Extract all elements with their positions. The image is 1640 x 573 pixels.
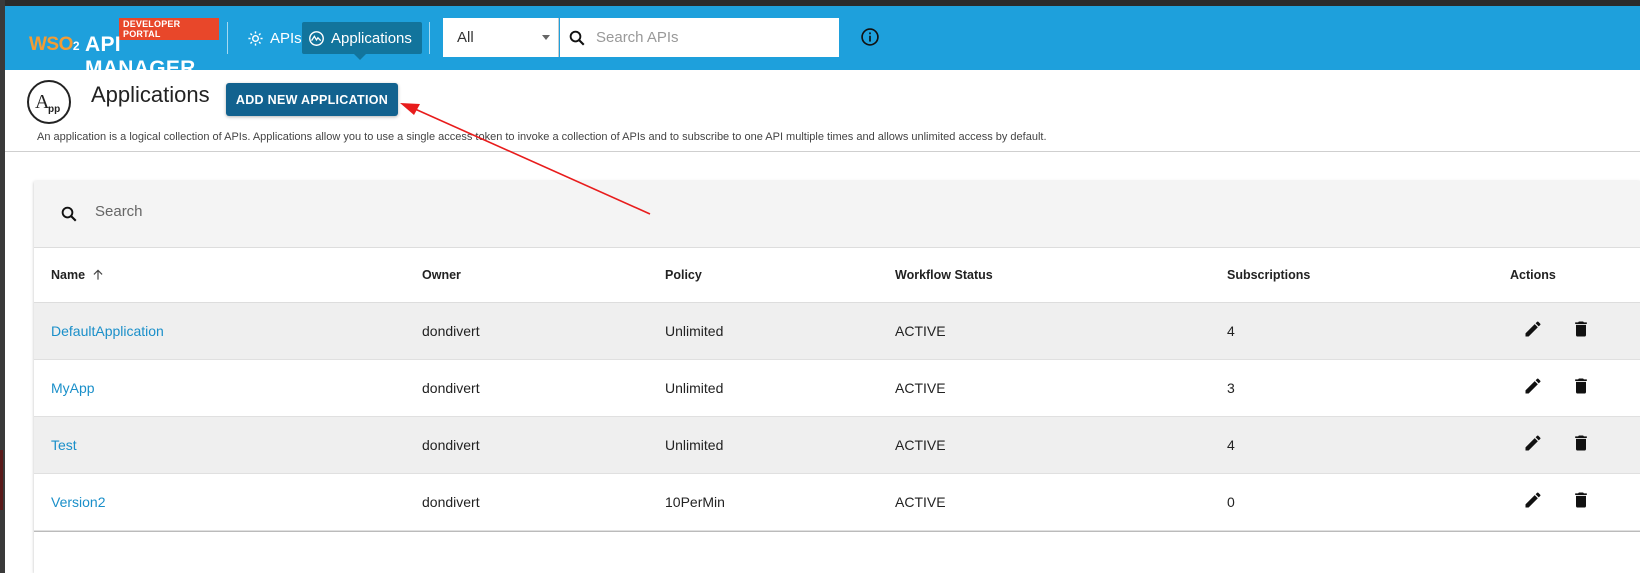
app-logo-glyph: A pp xyxy=(35,91,60,115)
applications-logo-icon: A pp xyxy=(27,80,71,124)
api-search-input[interactable] xyxy=(596,29,816,46)
application-name-link[interactable]: Test xyxy=(51,437,77,453)
application-status: ACTIVE xyxy=(895,380,946,396)
table-header-row: Name Owner Policy Workflow Status Subscr… xyxy=(34,248,1640,303)
brand-logo[interactable]: DEVELOPER PORTAL WSO2 API MANAGER xyxy=(29,16,219,80)
application-policy: Unlimited xyxy=(665,437,724,453)
header-divider xyxy=(5,151,1640,152)
nav-apis[interactable]: APIs xyxy=(241,22,308,54)
api-search-box[interactable] xyxy=(560,18,839,57)
application-policy: Unlimited xyxy=(665,323,724,339)
nav-applications-label: Applications xyxy=(331,29,412,47)
table-row: DefaultApplication dondivert Unlimited A… xyxy=(34,303,1640,360)
table-bottom-border xyxy=(34,531,1640,532)
search-icon xyxy=(569,30,585,45)
product-name: API MANAGER xyxy=(85,33,196,80)
add-new-application-button[interactable]: ADD NEW APPLICATION xyxy=(226,83,398,116)
wso2-logo-subscript: 2 xyxy=(72,39,80,53)
column-header-name-label: Name xyxy=(51,268,86,282)
active-nav-caret xyxy=(354,54,366,60)
delete-icon[interactable] xyxy=(1571,319,1591,344)
application-policy: 10PerMin xyxy=(665,494,725,510)
application-owner: dondivert xyxy=(422,380,480,396)
column-header-workflow-status[interactable]: Workflow Status xyxy=(895,268,993,282)
nav-apis-label: APIs xyxy=(270,29,302,47)
column-header-subscriptions[interactable]: Subscriptions xyxy=(1227,268,1310,282)
nav-applications[interactable]: Applications xyxy=(302,22,422,60)
annotation-arrow-head xyxy=(400,103,420,115)
table-row: Version2 dondivert 10PerMin ACTIVE 0 xyxy=(34,474,1640,531)
column-header-actions: Actions xyxy=(1510,268,1556,282)
application-subscriptions: 4 xyxy=(1227,437,1235,453)
search-icon xyxy=(61,206,77,222)
app-root: DEVELOPER PORTAL WSO2 API MANAGER APIs A… xyxy=(0,0,1640,573)
api-scope-select[interactable]: All xyxy=(443,18,559,57)
applications-table-panel: Name Owner Policy Workflow Status Subscr… xyxy=(34,181,1640,573)
edit-icon[interactable] xyxy=(1523,490,1543,515)
edit-icon[interactable] xyxy=(1523,319,1543,344)
application-subscriptions: 0 xyxy=(1227,494,1235,510)
wso2-logo: WSO2 xyxy=(29,34,80,56)
left-edge-accent xyxy=(0,450,3,510)
table-search-input[interactable] xyxy=(95,203,695,220)
application-owner: dondivert xyxy=(422,323,480,339)
application-status: ACTIVE xyxy=(895,494,946,510)
api-scope-select-value: All xyxy=(457,29,474,46)
application-status: ACTIVE xyxy=(895,437,946,453)
application-subscriptions: 4 xyxy=(1227,323,1235,339)
column-header-owner[interactable]: Owner xyxy=(422,268,461,282)
application-policy: Unlimited xyxy=(665,380,724,396)
column-header-name[interactable]: Name xyxy=(51,268,105,282)
application-status: ACTIVE xyxy=(895,323,946,339)
nav-divider xyxy=(429,22,430,54)
table-row: MyApp dondivert Unlimited ACTIVE 3 xyxy=(34,360,1640,417)
chevron-down-icon xyxy=(542,35,550,40)
column-header-policy[interactable]: Policy xyxy=(665,268,702,282)
delete-icon[interactable] xyxy=(1571,433,1591,458)
table-row: Test dondivert Unlimited ACTIVE 4 xyxy=(34,417,1640,474)
edit-icon[interactable] xyxy=(1523,433,1543,458)
application-owner: dondivert xyxy=(422,494,480,510)
edit-icon[interactable] xyxy=(1523,376,1543,401)
sort-ascending-icon xyxy=(93,269,103,280)
page-title: Applications xyxy=(91,82,210,107)
application-name-link[interactable]: Version2 xyxy=(51,494,105,510)
svg-text:pp: pp xyxy=(48,104,60,115)
gear-icon xyxy=(248,30,263,46)
delete-icon[interactable] xyxy=(1571,376,1591,401)
application-owner: dondivert xyxy=(422,437,480,453)
application-name-link[interactable]: MyApp xyxy=(51,380,95,396)
wso2-logo-text: WSO xyxy=(29,34,73,55)
top-app-bar: DEVELOPER PORTAL WSO2 API MANAGER APIs A… xyxy=(5,6,1640,80)
applications-icon xyxy=(309,30,324,46)
left-window-edge xyxy=(0,0,5,573)
info-icon[interactable] xyxy=(860,27,880,52)
nav-divider xyxy=(227,22,228,54)
application-name-link[interactable]: DefaultApplication xyxy=(51,323,164,339)
application-subscriptions: 3 xyxy=(1227,380,1235,396)
page-description: An application is a logical collection o… xyxy=(37,131,1047,143)
table-search-bar xyxy=(34,181,1640,248)
delete-icon[interactable] xyxy=(1571,490,1591,515)
